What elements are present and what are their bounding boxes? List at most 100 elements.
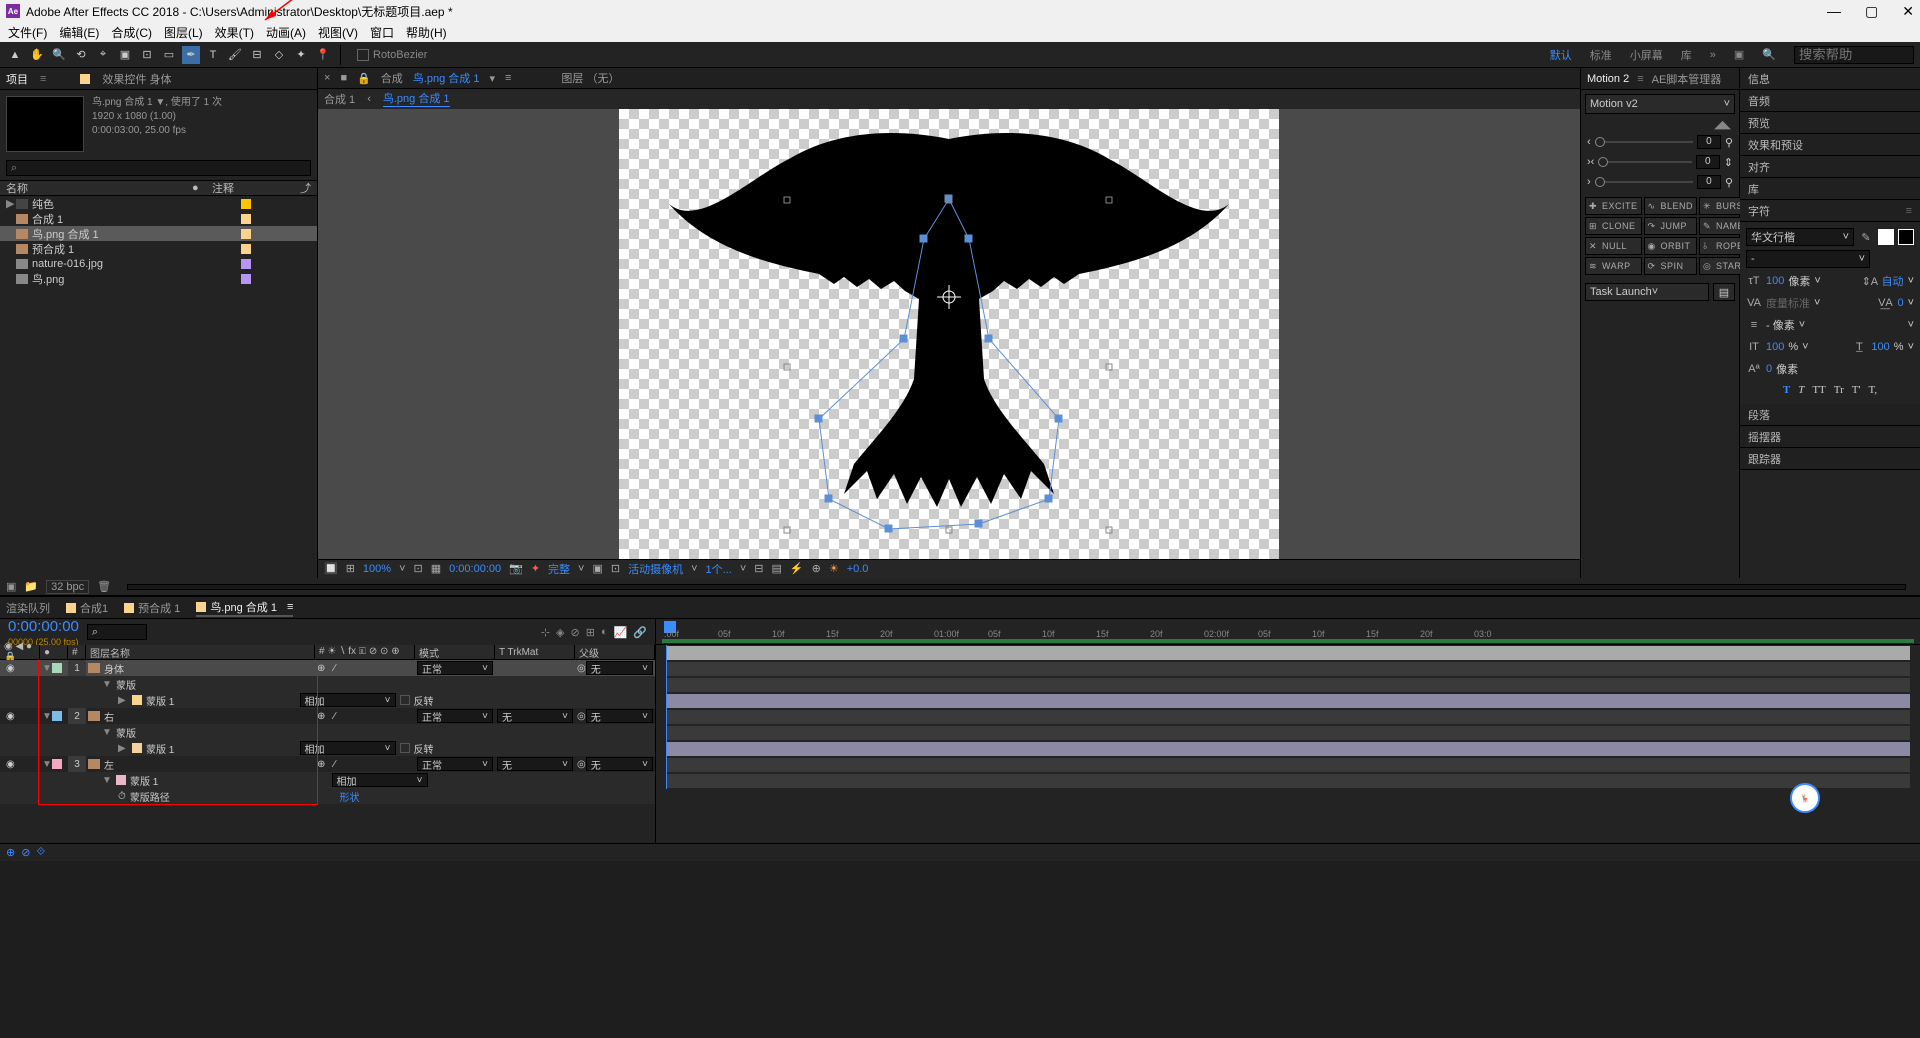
panel-preview[interactable]: 预览 [1740,112,1920,134]
layer-bar[interactable] [666,678,1910,692]
menu-help[interactable]: 帮助(H) [402,24,451,41]
minimize-button[interactable]: — [1827,3,1841,20]
layer-bar-3[interactable] [666,742,1910,756]
visibility-icon[interactable]: ◉ [6,663,15,674]
col-parent[interactable]: 父级 [575,645,655,659]
viewer-back-icon[interactable]: × [324,72,330,84]
layer-row-2[interactable]: ◉ ▼ 2 右 ⊕ ∕ 正常˅ 无˅ ◎无˅ [0,708,655,724]
btn-null[interactable]: ✕NULL [1585,237,1642,255]
small-caps[interactable]: Tr [1834,384,1844,396]
task-launch-dropdown[interactable]: Task Launch˅ [1585,283,1709,301]
transparency-icon[interactable]: ▦ [431,562,441,575]
btn-orbit[interactable]: ◉ORBIT [1644,237,1698,255]
menu-edit[interactable]: 编辑(E) [55,24,103,41]
task-run-button[interactable]: ▤ [1713,283,1735,301]
panel-effects[interactable]: 效果和预设 [1740,134,1920,156]
slider-out[interactable] [1595,181,1693,183]
layer-bar[interactable] [666,710,1910,724]
workspace-overflow-icon[interactable]: » [1710,49,1716,61]
project-item-comp[interactable]: 合成 1 [0,211,317,226]
help-search-input[interactable] [1794,46,1914,64]
viewer-comp-name[interactable]: 鸟.png 合成 1 [413,70,480,86]
stroke-color-swatch[interactable] [1898,229,1914,245]
col-mode[interactable]: 模式 [415,645,495,659]
bpc-button[interactable]: 32 bpc [46,580,89,594]
panel-character[interactable]: 字符≡ [1740,200,1920,222]
col-av[interactable]: ◉ ◀ ● 🔒 [0,645,40,659]
panel-align[interactable]: 对齐 [1740,156,1920,178]
comp-thumbnail[interactable] [6,96,84,152]
visibility-icon[interactable]: ◉ [6,711,15,722]
view-options-icon[interactable]: ⊟ [754,562,763,575]
menu-window[interactable]: 窗口 [366,24,398,41]
project-scrollbar[interactable] [127,584,1906,590]
kern-val[interactable]: 度量标准 [1766,295,1810,311]
btn-warp[interactable]: ≋WARP [1585,257,1642,275]
layer-row-1[interactable]: ◉ ▼ 1 身体 ⊕ ∕ 正常˅ ◎无˅ [0,660,655,676]
comp-mini-flowchart-icon[interactable]: ⊹ [541,626,550,639]
font-style-dropdown[interactable]: -˅ [1746,250,1870,268]
faux-bold[interactable]: T [1783,384,1790,396]
project-item-comp-active[interactable]: 鸟.png 合成 1 [0,226,317,241]
workspace-small[interactable]: 小屏幕 [1630,47,1663,63]
motion-graph-icon[interactable]: ◢◣ [1581,118,1739,131]
breadcrumb-parent[interactable]: 合成 1 [324,91,355,107]
link-icon[interactable]: ⇕ [1724,156,1733,169]
workspace-standard[interactable]: 标准 [1590,47,1612,63]
viewer-dropdown-icon[interactable]: ▾ [489,72,495,85]
layer-bar-1[interactable] [666,646,1910,660]
close-button[interactable]: ✕ [1902,3,1914,20]
motion-blur-icon[interactable]: ◐ [601,626,608,638]
fast-preview-icon[interactable]: ⚡ [790,562,804,575]
all-caps[interactable]: TT [1812,384,1825,396]
layer-bar[interactable] [666,726,1910,740]
toggle-switches-icon[interactable]: ⊕ [6,846,15,859]
menu-layer[interactable]: 图层(L) [160,24,207,41]
hscale-val[interactable]: 100 [1871,341,1889,353]
col-source-name[interactable]: 图层名称 [86,645,315,659]
selection-tool-icon[interactable]: ▲ [6,46,24,64]
slider-out-val[interactable]: 0 [1697,175,1721,189]
comp-name[interactable]: 鸟.png 合成 1 ▼ [92,97,165,108]
orbit-tool-icon[interactable]: ⟲ [72,46,90,64]
current-time[interactable]: 0:00:00:00 [449,563,501,575]
tab-render-queue[interactable]: 渲染队列 [6,600,50,616]
tab-effect-controls[interactable]: 效果控件 身体 [102,71,171,87]
resolution-icon[interactable]: ⊡ [414,562,423,575]
roto-tool-icon[interactable]: ✦ [292,46,310,64]
tab-comp1[interactable]: 合成1 [66,600,108,616]
exposure-value[interactable]: +0.0 [847,563,869,575]
layer-bar[interactable] [666,662,1910,676]
anchor-icon[interactable]: ⚲ [1725,136,1733,149]
layer-bar-2[interactable] [666,694,1910,708]
frame-blend-icon[interactable]: ⊞ [586,626,595,639]
layer-bar[interactable] [666,774,1910,788]
menu-effect[interactable]: 效果(T) [211,24,258,41]
brainstorm-icon[interactable]: 🔗 [633,626,647,639]
viewport[interactable] [318,109,1580,559]
layer-2-masks[interactable]: ▼蒙版 [0,724,655,740]
toggle-modes-icon[interactable]: ⊘ [21,846,30,859]
timeline-sync-icon[interactable]: ⊕ [812,562,821,575]
graph-editor-icon[interactable]: 📈 [614,626,628,639]
btn-jump[interactable]: ↷JUMP [1644,217,1698,235]
region-icon[interactable]: ▣ [592,562,602,575]
menu-composition[interactable]: 合成(C) [107,24,156,41]
btn-excite[interactable]: ✚EXCITE [1585,197,1642,215]
project-search-input[interactable]: ⌕ [6,160,311,176]
viewer-layer-label[interactable]: 图层 （无） [561,70,619,86]
layer-2-mask-1[interactable]: ▶蒙版 1 相加˅ 反转 [0,740,655,756]
layer-3-mask-1[interactable]: ▼蒙版 1 相加˅ [0,772,655,788]
new-comp-icon[interactable]: ▣ [6,580,16,593]
col-label[interactable]: ● [192,182,212,194]
tab-motion2[interactable]: Motion 2 [1587,73,1629,85]
hide-shy-icon[interactable]: ⊘ [571,626,580,639]
panel-wiggler[interactable]: 摇摆器 [1740,426,1920,448]
viewer-stack-icon[interactable]: ■ [340,72,347,84]
maximize-button[interactable]: ▢ [1865,3,1878,20]
snapshot-icon[interactable]: 📷 [509,562,523,575]
layer-3-mask-path[interactable]: ⏱蒙版路径 形状 [0,788,655,804]
current-time-display[interactable]: 0:00:00:00 [8,618,79,635]
timeline-ruler[interactable]: :00f 05f 10f 15f 20f 01:00f 05f 10f 15f … [656,619,1920,645]
slider-in[interactable] [1595,141,1693,143]
